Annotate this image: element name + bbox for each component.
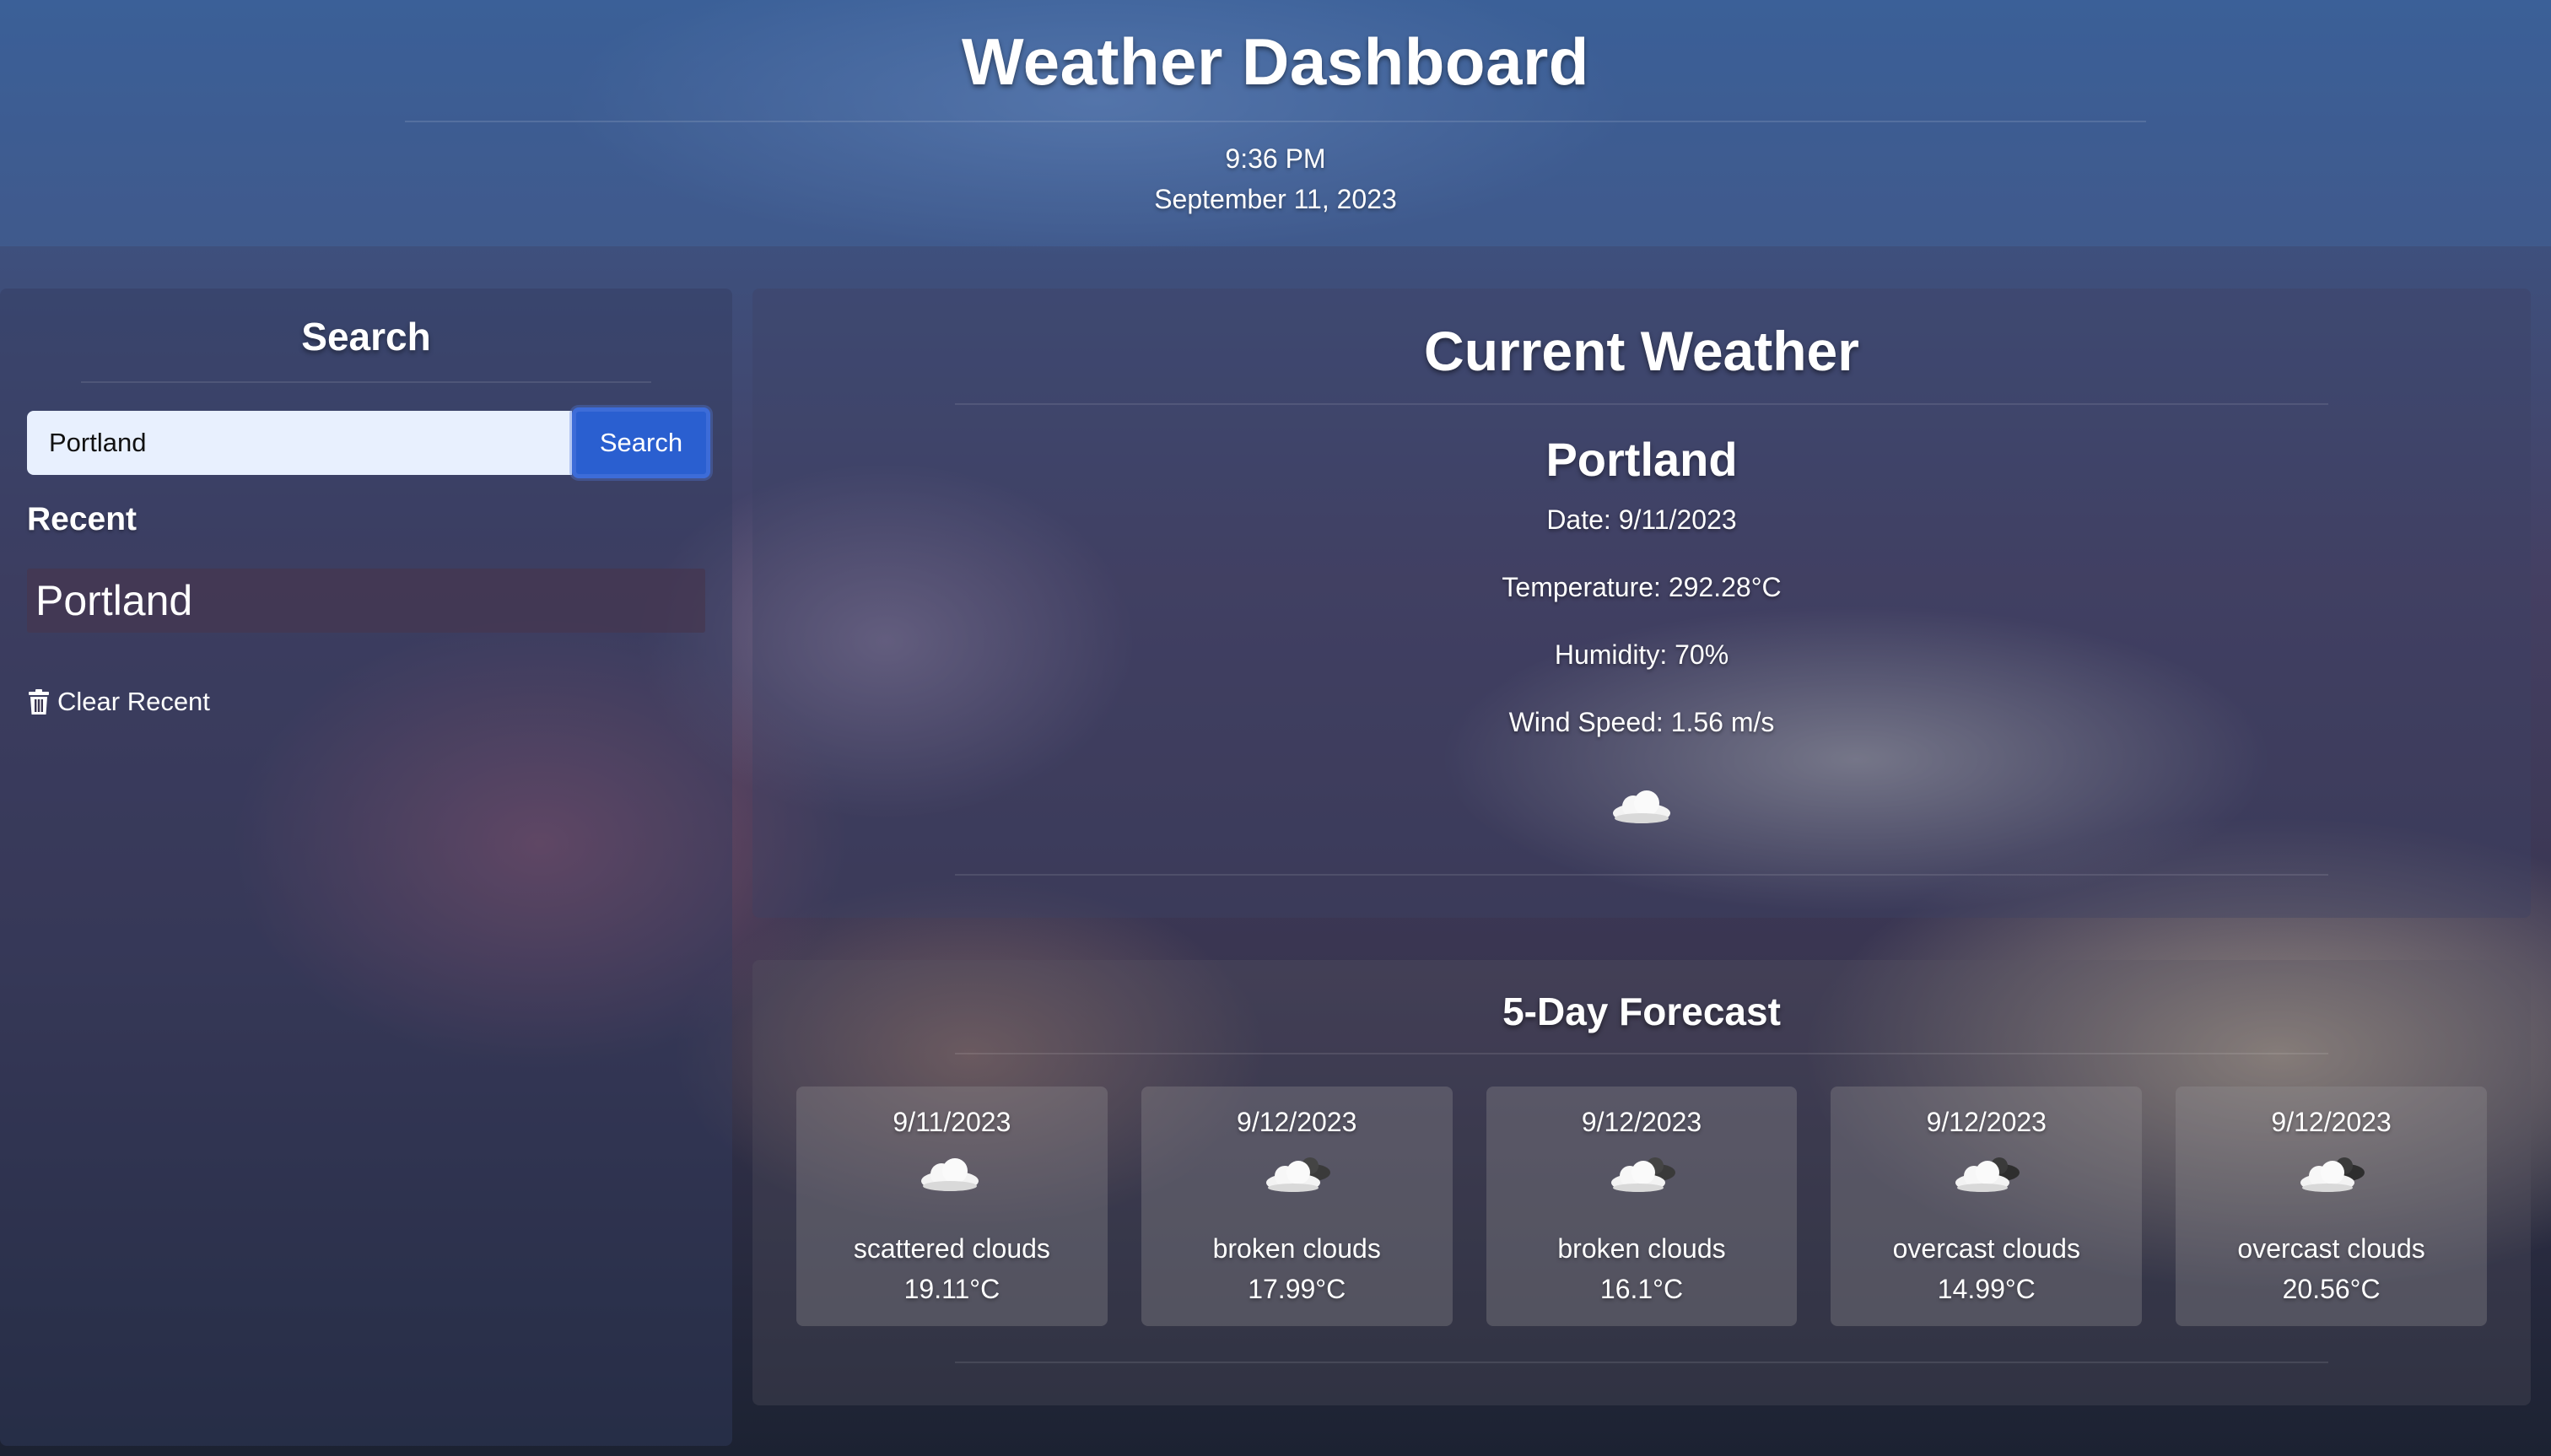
recent-heading: Recent — [27, 501, 138, 537]
current-date: September 11, 2023 — [1154, 184, 1397, 214]
search-button[interactable]: Search — [572, 407, 710, 478]
current-wind-speed: Wind Speed: 1.56 m/s — [1508, 707, 1775, 737]
current-time: 9:36 PM — [1225, 143, 1326, 174]
forecast-date: 9/12/2023 — [1581, 1107, 1702, 1137]
current-weather-panel: Current Weather Portland Date: 9/11/2023… — [752, 289, 2531, 918]
forecast-card: 9/11/2023 scattered clouds 19.11°C — [796, 1087, 1108, 1326]
header-divider — [405, 121, 2146, 122]
forecast-date: 9/12/2023 — [2271, 1107, 2392, 1137]
page-title: Weather Dashboard — [962, 24, 1589, 99]
clear-recent-label: Clear Recent — [57, 687, 210, 716]
current-divider-top — [955, 403, 2328, 405]
forecast-card: 9/12/2023 overcast clouds 20.56°C — [2176, 1087, 2487, 1326]
forecast-description: overcast clouds — [2237, 1233, 2425, 1264]
forecast-description: broken clouds — [1212, 1233, 1381, 1264]
recent-city-item[interactable]: Portland — [27, 569, 705, 633]
forecast-divider-bottom — [955, 1362, 2328, 1363]
city-search-input[interactable] — [27, 411, 572, 475]
current-city-name: Portland — [1545, 433, 1738, 486]
forecast-card: 9/12/2023 overcast clouds 14.99°C — [1831, 1087, 2143, 1326]
clear-recent-button[interactable]: Clear Recent — [27, 687, 210, 717]
forecast-divider-top — [955, 1053, 2328, 1054]
forecast-temperature: 17.99°C — [1248, 1274, 1346, 1304]
current-date-line: Date: 9/11/2023 — [1546, 504, 1737, 535]
broken-clouds-icon — [1610, 1157, 1675, 1192]
forecast-temperature: 19.11°C — [903, 1274, 1000, 1304]
forecast-card: 9/12/2023 broken clouds 17.99°C — [1141, 1087, 1453, 1326]
forecast-panel: 5-Day Forecast 9/11/2023 scattered cloud… — [752, 960, 2531, 1405]
current-humidity: Humidity: 70% — [1554, 639, 1729, 670]
forecast-date: 9/11/2023 — [893, 1107, 1011, 1137]
forecast-temperature: 16.1°C — [1599, 1274, 1684, 1304]
trash-icon — [29, 689, 49, 715]
search-heading: Search — [301, 315, 431, 359]
cloud-icon — [921, 1158, 979, 1191]
current-temperature: Temperature: 292.28°C — [1502, 572, 1782, 602]
current-divider-bottom — [955, 874, 2328, 876]
current-weather-heading: Current Weather — [1424, 320, 1859, 382]
forecast-temperature: 14.99°C — [1937, 1274, 2036, 1304]
forecast-date: 9/12/2023 — [1926, 1107, 2047, 1137]
forecast-description: overcast clouds — [1892, 1233, 2080, 1264]
overcast-clouds-icon — [1955, 1157, 2020, 1192]
forecast-description: broken clouds — [1557, 1233, 1726, 1264]
forecast-temperature: 20.56°C — [2282, 1274, 2381, 1304]
forecast-card: 9/12/2023 broken clouds 16.1°C — [1486, 1087, 1798, 1326]
forecast-cards: 9/11/2023 scattered clouds 19.11°C 9/12/… — [796, 1087, 2487, 1326]
forecast-date: 9/12/2023 — [1237, 1107, 1357, 1137]
broken-clouds-icon — [1265, 1157, 1330, 1192]
forecast-description: scattered clouds — [853, 1233, 1050, 1264]
search-sidebar: Search Search Recent Portland Clear Rece… — [0, 289, 732, 1446]
search-divider — [81, 381, 651, 383]
cloud-icon — [1613, 790, 1670, 823]
forecast-heading: 5-Day Forecast — [1502, 990, 1781, 1033]
header: Weather Dashboard 9:36 PM September 11, … — [0, 0, 2551, 246]
overcast-clouds-icon — [2300, 1157, 2365, 1192]
